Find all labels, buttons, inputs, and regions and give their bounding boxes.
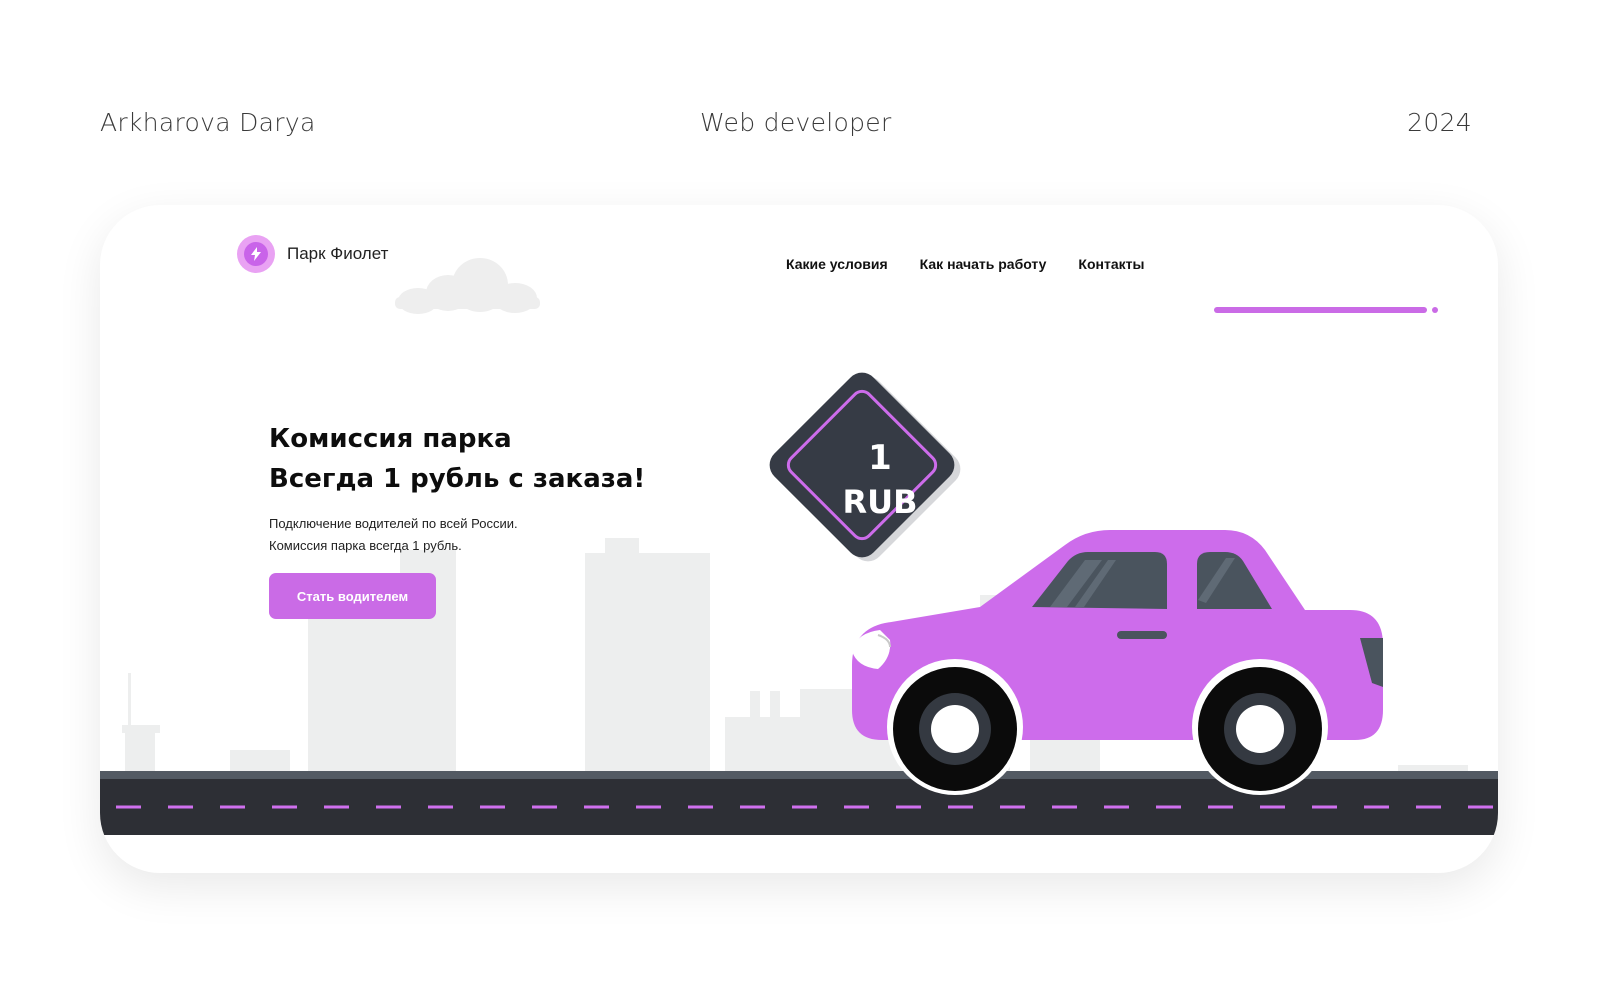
sign-currency: RUB xyxy=(842,483,917,521)
hero-description: Подключение водителей по всей России. Ко… xyxy=(269,513,645,557)
nav-link-how-to-start[interactable]: Как начать работу xyxy=(920,256,1047,272)
hero-section: Комиссия парка Всегда 1 рубль с заказа! … xyxy=(269,419,645,619)
logo-icon xyxy=(237,235,275,273)
main-nav: Какие условия Как начать работу Контакты xyxy=(786,256,1144,272)
site-logo[interactable]: Парк Фиолет xyxy=(237,235,388,273)
brand-name: Парк Фиолет xyxy=(287,244,389,263)
hero-text-line-2: Комиссия парка всегда 1 рубль. xyxy=(269,538,462,553)
website-preview-card: 1 RUB Парк Фиолет Какие условия Как нача… xyxy=(100,205,1498,873)
decorative-dot xyxy=(1432,307,1438,313)
lightning-icon xyxy=(251,247,261,261)
car-illustration xyxy=(852,530,1383,795)
hero-title: Комиссия парка Всегда 1 рубль с заказа! xyxy=(269,419,645,499)
become-driver-button[interactable]: Стать водителем xyxy=(269,573,436,619)
portfolio-year: 2024 xyxy=(1407,108,1472,137)
cloud-icon xyxy=(395,258,540,314)
commission-sign: 1 RUB xyxy=(769,372,961,562)
hero-title-line-2: Всегда 1 рубль с заказа! xyxy=(269,464,646,494)
nav-link-contacts[interactable]: Контакты xyxy=(1078,256,1144,272)
author-role: Web developer xyxy=(700,108,892,137)
hero-title-line-1: Комиссия парка xyxy=(269,424,512,454)
hero-text-line-1: Подключение водителей по всей России. xyxy=(269,516,518,531)
author-name: Arkharova Darya xyxy=(100,108,316,137)
nav-link-conditions[interactable]: Какие условия xyxy=(786,256,888,272)
sign-value: 1 xyxy=(868,438,892,478)
